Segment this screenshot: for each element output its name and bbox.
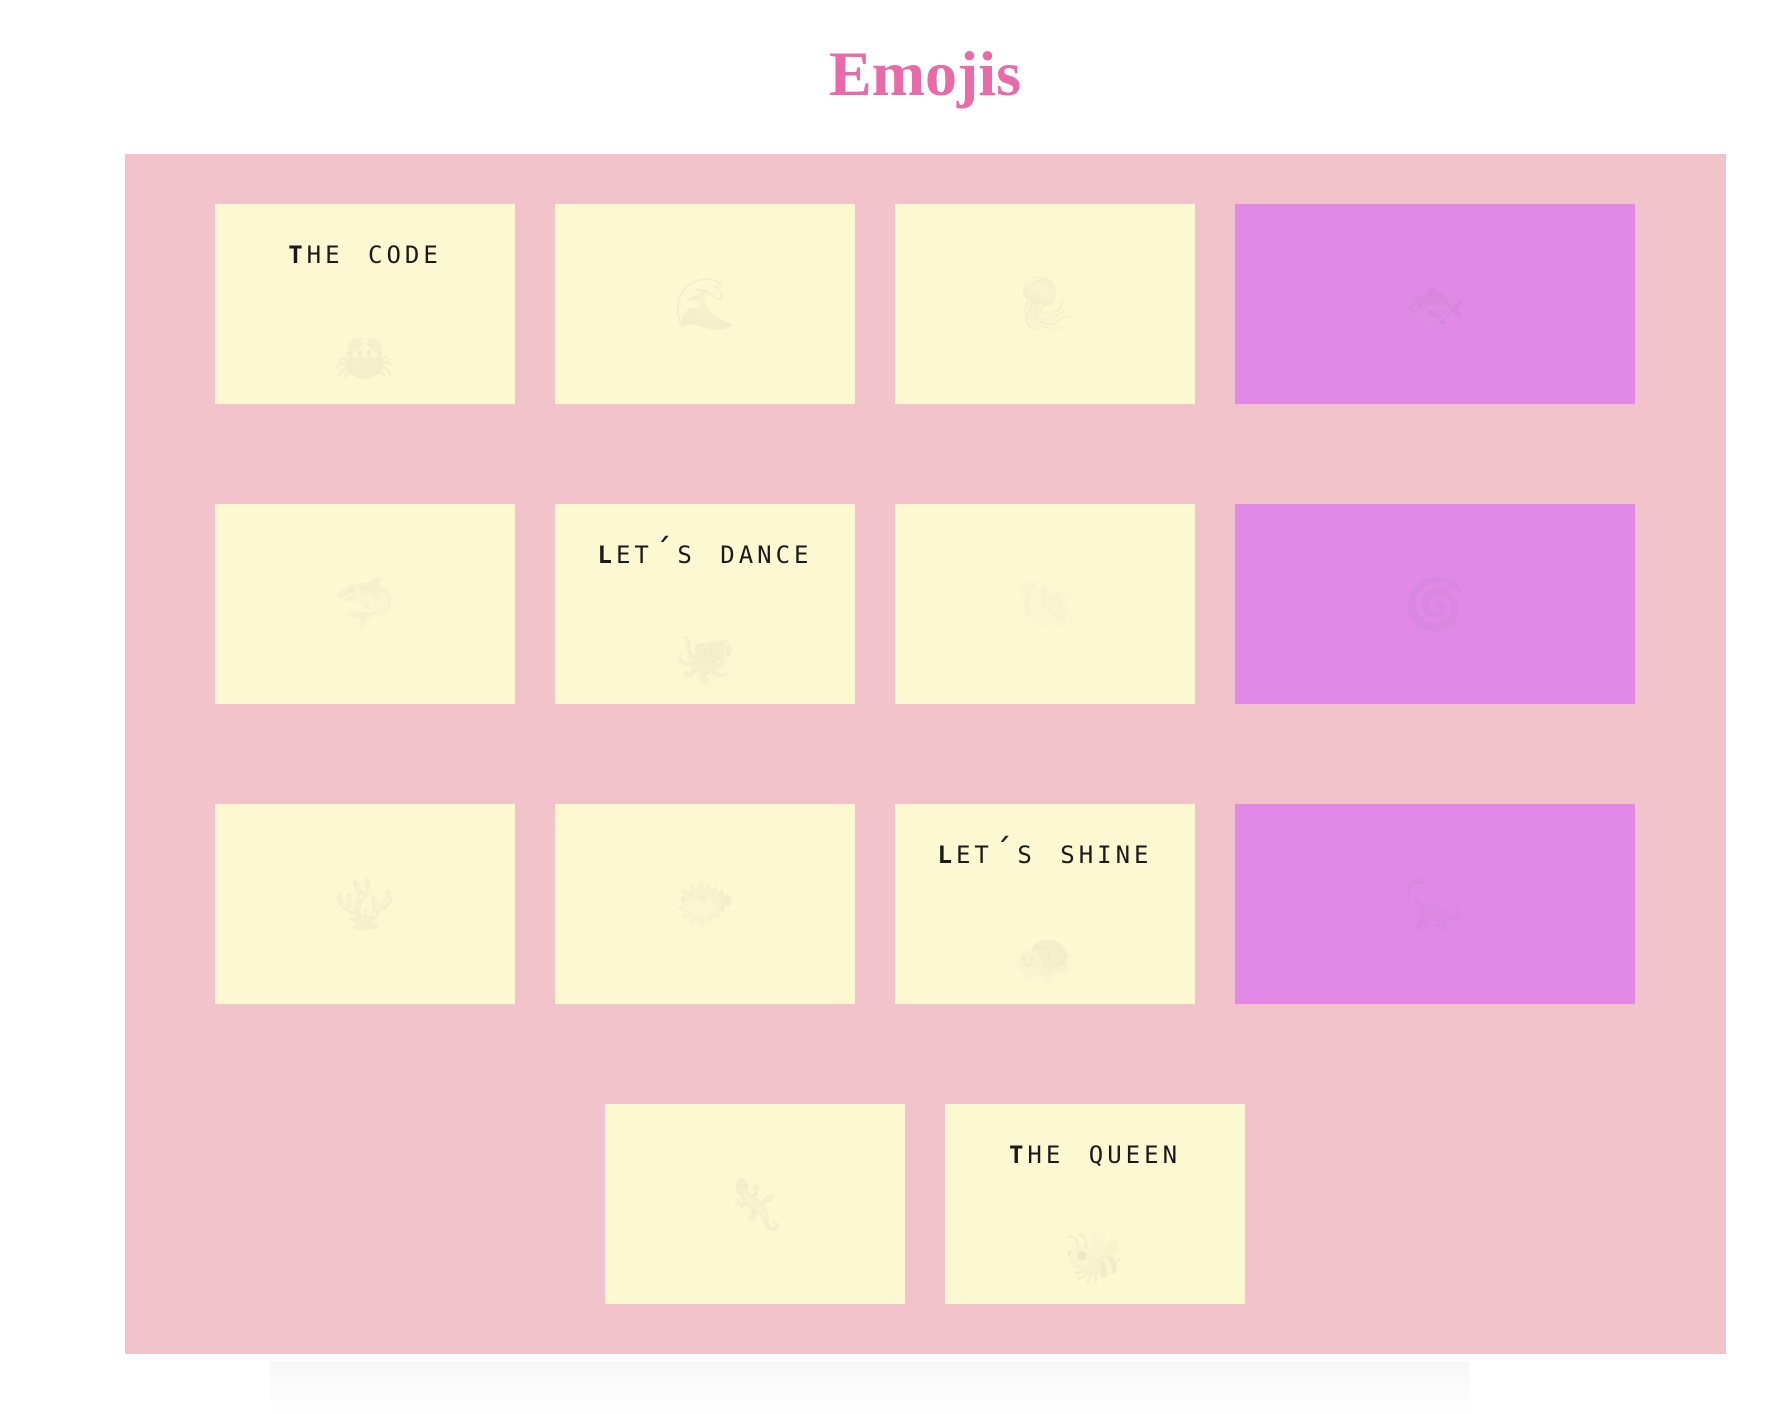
shark-icon: 🦈 — [333, 576, 397, 632]
lizard-icon: 🦎 — [723, 1176, 787, 1232]
card-shell[interactable]: 🐚 — [895, 504, 1195, 704]
card-dinosaur[interactable]: 🦕 — [1235, 804, 1635, 1004]
turtle-icon: 🐢 — [1013, 930, 1077, 986]
card-label: The Queen — [1008, 1132, 1182, 1172]
card-label: The Code — [288, 232, 442, 272]
card-lizard[interactable]: 🦎 — [605, 1104, 905, 1304]
card-label: Let´s Dance — [597, 532, 813, 572]
spiral-icon: 🌀 — [1403, 576, 1467, 632]
crab-icon: 🦀 — [333, 330, 397, 386]
card-shark[interactable]: 🦈 — [215, 504, 515, 704]
dinosaur-icon: 🦕 — [1403, 876, 1467, 932]
shell-icon: 🐚 — [1013, 576, 1077, 632]
card-label: Let´s Shine — [937, 832, 1153, 872]
card-the-code[interactable]: The Code 🦀 — [215, 204, 515, 404]
octopus-icon: 🐙 — [673, 630, 737, 686]
card-lets-dance[interactable]: Let´s Dance 🐙 — [555, 504, 855, 704]
coral-icon: 🪸 — [333, 876, 397, 932]
card-the-queen[interactable]: The Queen 🐝 — [945, 1104, 1245, 1304]
card-lets-shine[interactable]: Let´s Shine 🐢 — [895, 804, 1195, 1004]
emoji-card-board: The Code 🦀 🌊 🪼 🐟 🦈 Let´s Dance 🐙 🐚 🌀 🪸 🐡… — [125, 154, 1726, 1354]
jellyfish-icon: 🪼 — [1013, 276, 1077, 332]
bee-icon: 🐝 — [1063, 1230, 1127, 1286]
page-title: Emojis — [829, 38, 1021, 109]
card-blowfish[interactable]: 🐡 — [555, 804, 855, 1004]
card-fish[interactable]: 🐟 — [1235, 204, 1635, 404]
card-wave[interactable]: 🌊 — [555, 204, 855, 404]
card-coral[interactable]: 🪸 — [215, 804, 515, 1004]
card-jellyfish[interactable]: 🪼 — [895, 204, 1195, 404]
fish-icon: 🐟 — [1403, 276, 1467, 332]
wave-icon: 🌊 — [673, 276, 737, 332]
board-shadow — [270, 1362, 1470, 1414]
blowfish-icon: 🐡 — [673, 876, 737, 932]
card-spiral[interactable]: 🌀 — [1235, 504, 1635, 704]
